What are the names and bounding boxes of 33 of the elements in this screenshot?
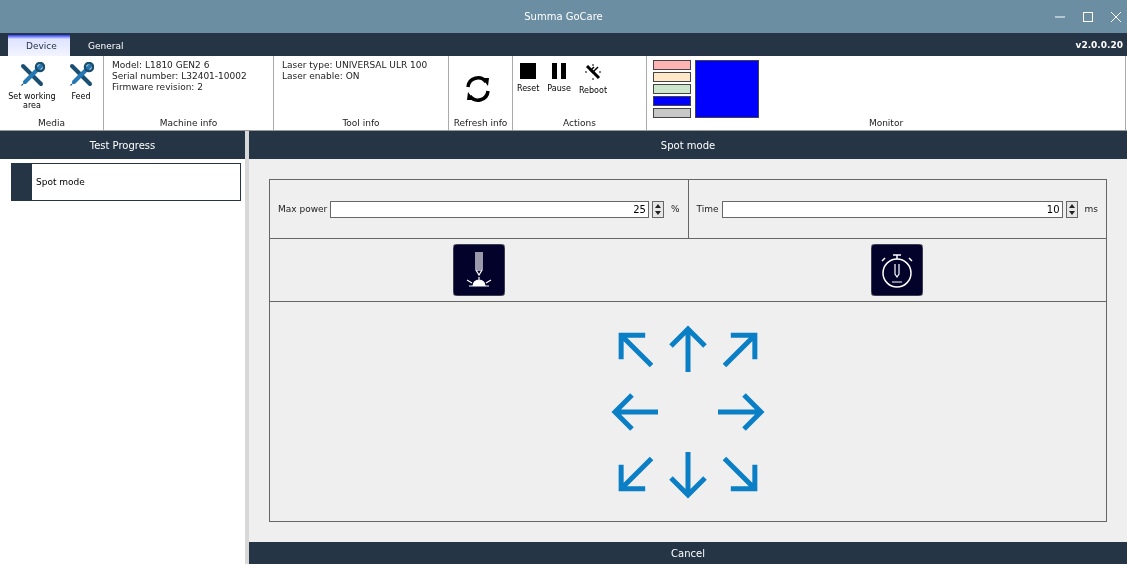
unit-label: ms [1084,204,1098,214]
pause-icon [550,62,569,80]
ribbon-button[interactable]: Pause [545,60,573,118]
field-label: Max power [278,204,328,214]
ribbon-button[interactable]: Reset [515,60,542,118]
version-label: v2.0.0.20 [1075,39,1124,50]
field-label: Time [696,204,719,214]
window-title: Summa GoCare [524,11,603,22]
refresh-icon[interactable] [463,74,493,104]
panel-header: Test Progress [0,131,245,159]
cancel-button[interactable]: Cancel [249,542,1127,564]
close-icon[interactable] [1111,11,1121,22]
laser-icon[interactable] [453,244,505,296]
spinner-icon[interactable] [1065,200,1078,218]
info-text: Model: L1810 GEN2 6 Serial number: L32401-10002 Firmware revision: 2 [111,60,247,94]
tools-icon [68,62,94,88]
maximize-icon[interactable] [1083,11,1093,22]
number-field[interactable]: 25 [330,200,649,218]
unit-label: % [670,204,680,214]
stop-icon [519,62,538,80]
plug-icon [582,62,603,82]
tab[interactable]: General [70,35,142,56]
number-field[interactable]: 10 [721,200,1063,218]
ribbon-button[interactable]: Set working area [2,60,62,118]
stopwatch-icon[interactable] [871,244,923,296]
info-text: Laser type: UNIVERSAL ULR 100 Laser enable: ON [281,60,428,83]
panel-header: Spot mode [249,131,1127,159]
ribbon-button[interactable]: Reboot [576,60,609,118]
test-item[interactable]: Spot mode [11,163,241,201]
tools-icon [19,62,45,88]
ribbon-button[interactable]: Feed [66,60,96,118]
spinner-icon[interactable] [651,200,664,218]
tab[interactable]: Device [8,35,70,56]
